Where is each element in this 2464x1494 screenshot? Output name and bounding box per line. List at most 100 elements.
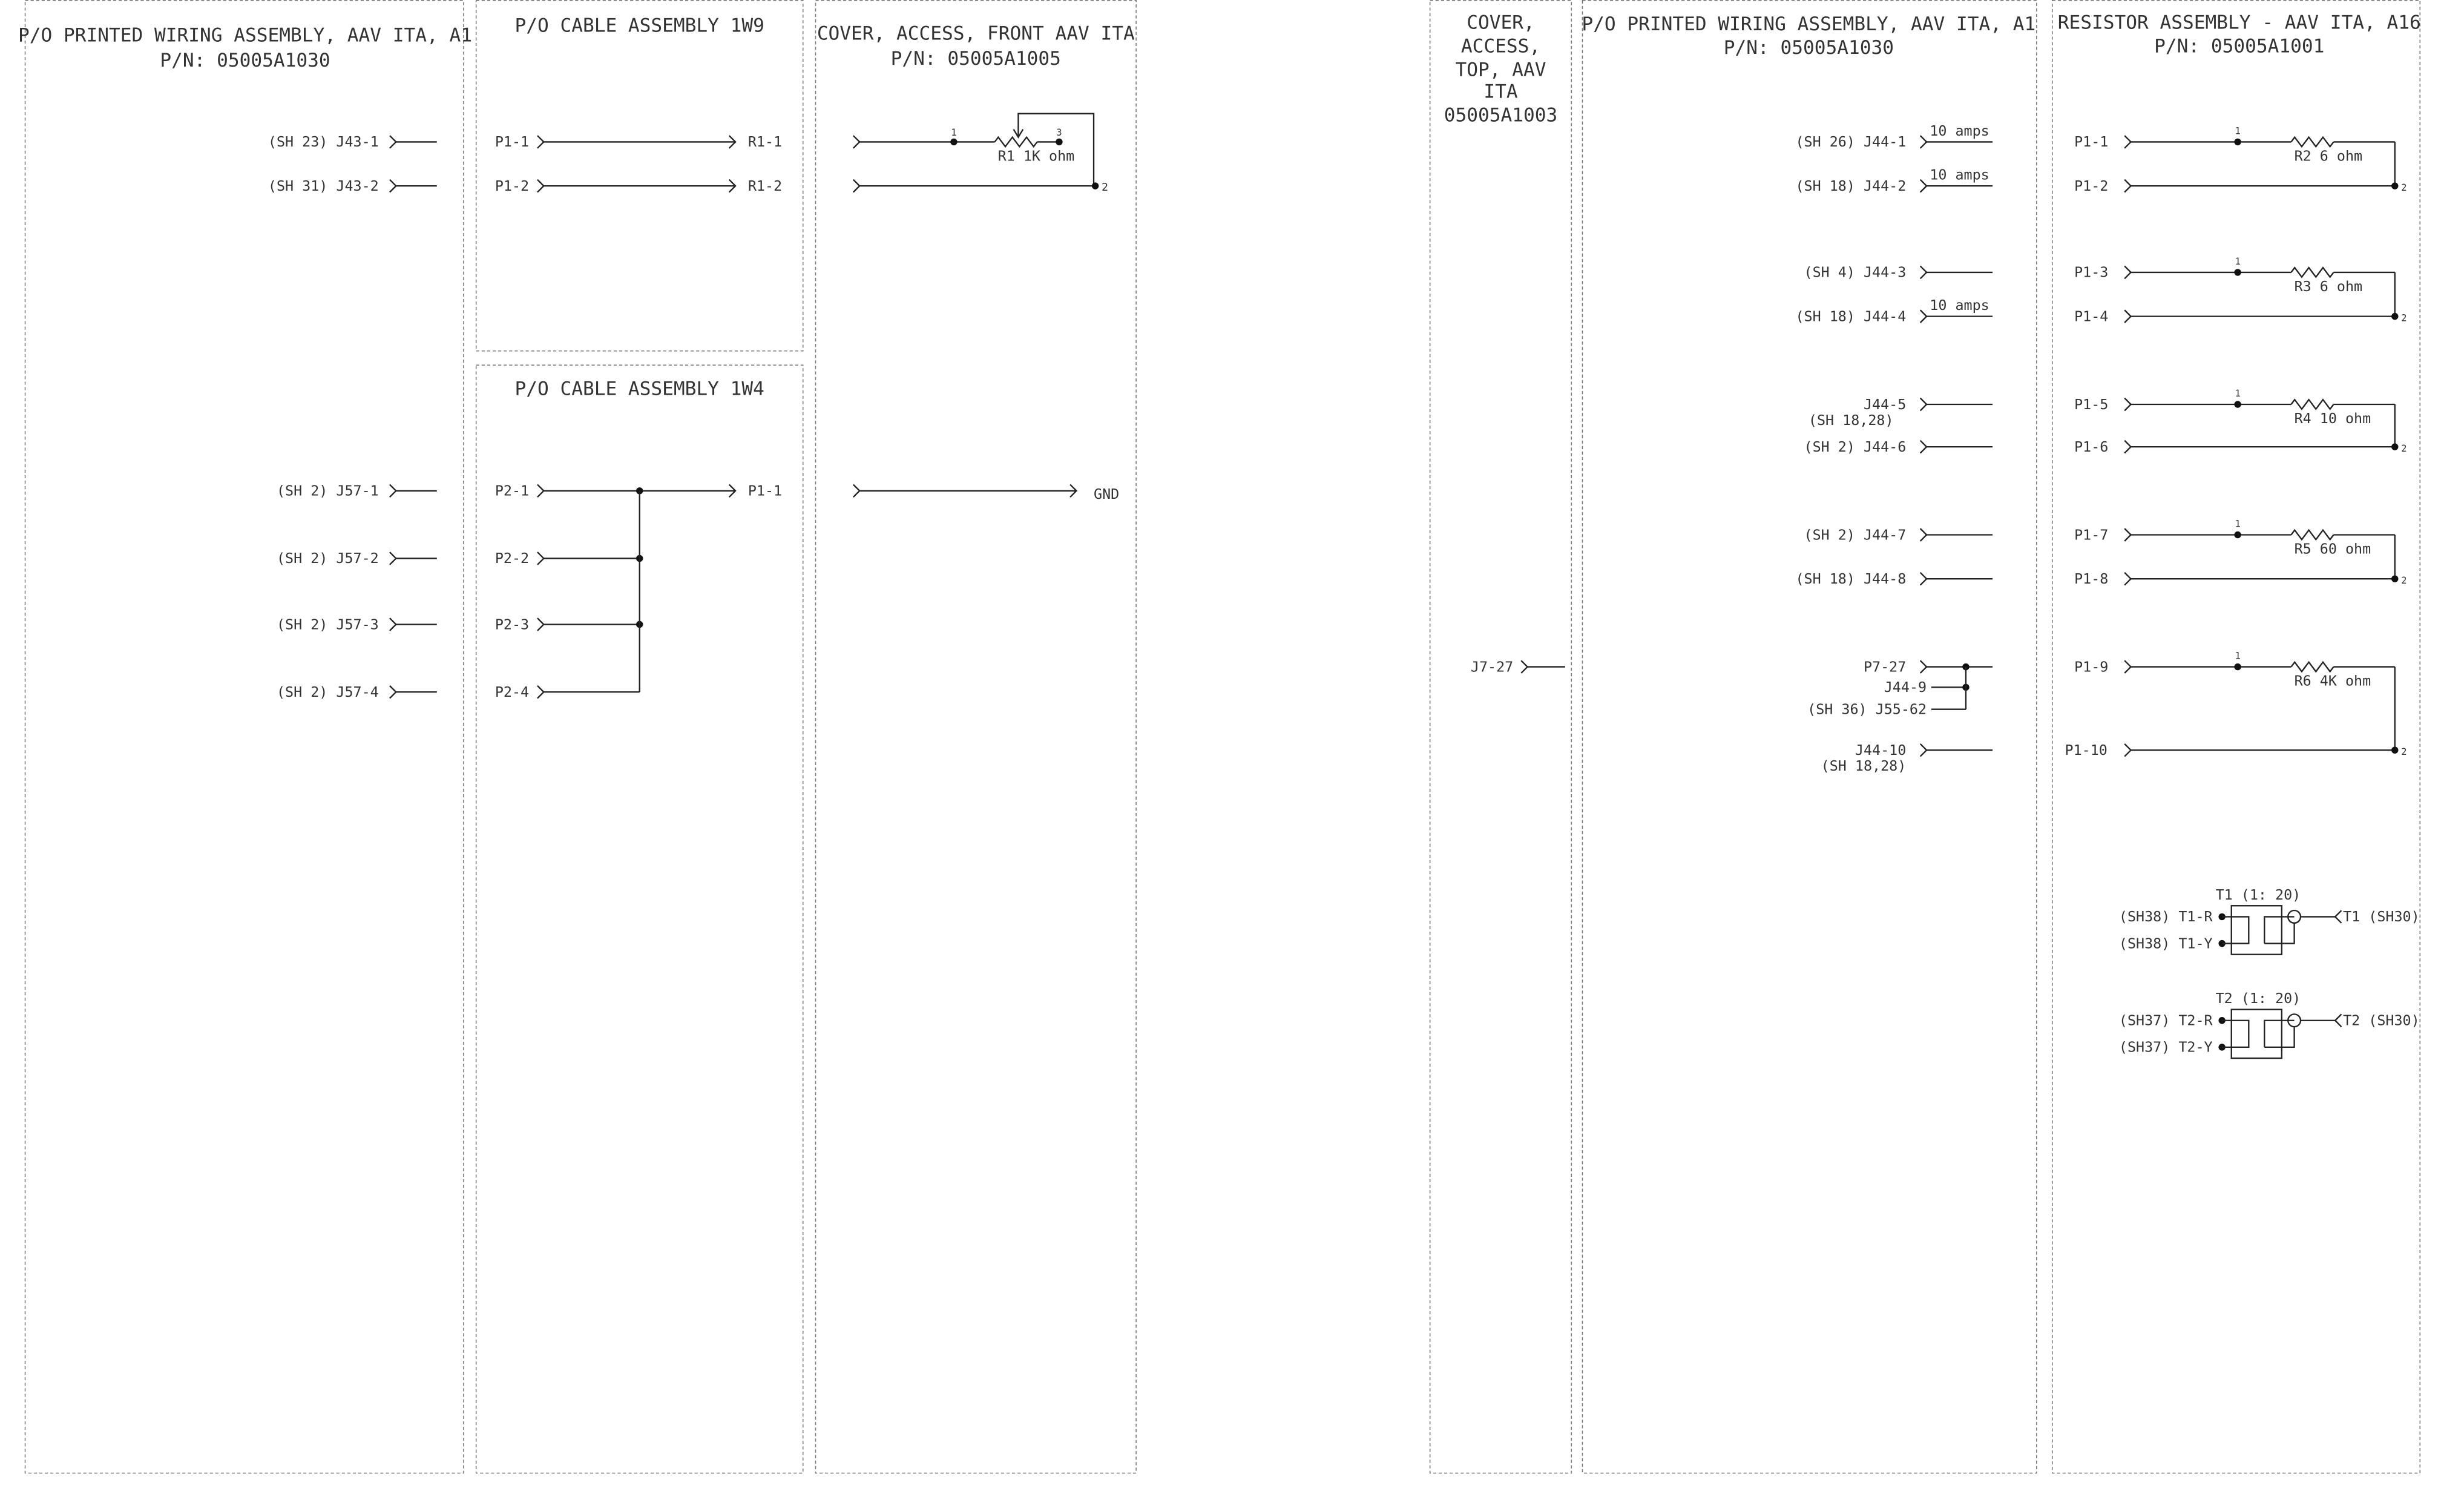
pin-label: R1-2 [748, 177, 782, 194]
resistor-label: R6 4K ohm [2295, 673, 2371, 689]
connector-chevron-icon [389, 484, 397, 498]
resistor-label: R4 10 ohm [2295, 410, 2371, 427]
node-label: 3 [1056, 127, 1062, 138]
pin-label: (SH 18) J44-2 [1795, 177, 1906, 194]
panel-title: TOP, AAV [1455, 59, 1546, 81]
connector-chevron-icon [852, 179, 861, 193]
panel-b1 [475, 0, 804, 352]
pin-label: P1-2 [2074, 177, 2108, 194]
junction-dot [1056, 138, 1063, 146]
connector-chevron-icon [537, 484, 545, 498]
junction-dot [2234, 138, 2241, 146]
panel-a [24, 0, 464, 1474]
resistor-symbol [2290, 266, 2334, 278]
panel-title: RESISTOR ASSEMBLY - AAV ITA, A16 [2058, 12, 2421, 33]
pin-label: (SH38) T1-R [2119, 908, 2213, 925]
pin-label: R1-1 [748, 133, 782, 150]
pin-label: P1-2 [495, 177, 529, 194]
connector-chevron-icon [2124, 397, 2132, 412]
connector-chevron-icon [389, 179, 397, 193]
pin-label: (SH 2) J44-7 [1804, 526, 1907, 543]
connector-chevron-icon [2124, 265, 2132, 280]
connector-chevron-icon [537, 135, 545, 149]
gnd-label: GND [1094, 485, 1119, 502]
panel-title: P/O PRINTED WIRING ASSEMBLY, AAV ITA, A1 [1582, 13, 2035, 35]
connector-chevron-icon [1919, 397, 1928, 412]
primary-winding [2222, 1019, 2250, 1048]
connector-chevron-icon [1919, 528, 1928, 542]
panel-title: P/O CABLE ASSEMBLY 1W9 [514, 15, 764, 37]
connector-chevron-icon [2124, 660, 2132, 674]
connector-chevron-icon [1919, 135, 1928, 149]
pin-label: (SH 18) J44-4 [1795, 308, 1906, 324]
primary-winding [2222, 916, 2250, 944]
wiring-schematic: P/O PRINTED WIRING ASSEMBLY, AAV ITA, A1… [18, 0, 2421, 1474]
pin-label: P1-8 [2074, 570, 2108, 587]
node-label: 1 [2235, 388, 2240, 399]
pin-label: (SH 36) J55-62 [1807, 700, 1927, 717]
pin-label: (SH 4) J44-3 [1804, 264, 1907, 281]
node-label: 2 [2401, 312, 2407, 323]
pin-label: P1-6 [2074, 438, 2108, 455]
connector-chevron-icon [537, 685, 545, 699]
panel-subtitle: P/N: 05005A1030 [160, 50, 330, 71]
junction-dot [2234, 401, 2241, 408]
panel-title: COVER, ACCESS, FRONT AAV ITA [817, 23, 1135, 45]
panel-f [2051, 0, 2421, 1474]
node-label: 1 [951, 127, 956, 138]
connector-chevron-icon [852, 135, 861, 149]
pin-label: P1-10 [2065, 742, 2108, 759]
connector-chevron-icon [1919, 309, 1928, 323]
pin-label: (SH 2) J57-4 [277, 683, 379, 700]
connector-chevron-icon [1919, 265, 1928, 280]
connector-chevron-icon [537, 551, 545, 565]
pin-label: P1-5 [2074, 396, 2108, 413]
pin-label: (SH 18) J44-8 [1795, 570, 1906, 587]
connector-chevron-icon [1919, 571, 1928, 586]
pin-label: P2-2 [495, 550, 529, 567]
panel-subtitle: P/N: 05005A1001 [2154, 35, 2324, 57]
node-label: 2 [2401, 182, 2407, 193]
panel-title: 05005A1003 [1444, 105, 1557, 127]
connector-chevron-icon [2334, 1013, 2342, 1027]
panel-title: P/O CABLE ASSEMBLY 1W4 [514, 378, 764, 400]
connector-chevron-icon [2334, 910, 2342, 924]
panel-title: P/O PRINTED WIRING ASSEMBLY, AAV ITA, A1 [18, 24, 472, 46]
pin-label: P1-3 [2074, 264, 2108, 281]
pin-label: (SH 31) J43-2 [268, 177, 379, 194]
connector-chevron-icon [2124, 135, 2132, 149]
junction-dot [2391, 746, 2399, 754]
node-label: 1 [2235, 519, 2240, 530]
transformer-label: T1 (1: 20) [2216, 886, 2301, 903]
pin-label: P1-1 [748, 482, 782, 499]
transformer-label: T2 (1: 20) [2216, 990, 2301, 1007]
pin-label: (SH38) T1-Y [2119, 935, 2213, 952]
current-note: 10 amps [1930, 166, 1989, 183]
pin-label: P2-4 [495, 683, 529, 700]
junction-dot [2234, 663, 2241, 671]
junction-dot [2391, 443, 2399, 450]
pin-label: J44-9 [1884, 679, 1927, 696]
transformer-symbol [2230, 905, 2282, 955]
pin-label: (SH 2) J44-6 [1804, 438, 1907, 455]
pin-label: P2-1 [495, 482, 529, 499]
resistor-symbol [994, 136, 1038, 148]
pin-label: (SH 26) J44-1 [1795, 133, 1906, 150]
sheet-ref: (SH 18,28) [1809, 412, 1894, 429]
panel-title: ACCESS, [1461, 35, 1540, 57]
pin-label: P1-4 [2074, 308, 2108, 324]
resistor-label: R5 60 ohm [2295, 541, 2371, 558]
pin-label: T1 (SH30) [2343, 908, 2420, 925]
pin-label: (SH 23) J43-1 [268, 133, 379, 150]
junction-dot [2391, 575, 2399, 582]
connector-chevron-icon [852, 484, 861, 498]
pin-label: P1-9 [2074, 658, 2108, 675]
resistor-symbol [2290, 528, 2334, 541]
resistor-symbol [2290, 136, 2334, 148]
resistor-symbol [2290, 398, 2334, 410]
pin-label: (SH 2) J57-2 [277, 550, 379, 567]
current-note: 10 amps [1930, 122, 1989, 139]
connector-chevron-icon [1919, 660, 1928, 674]
pin-label: J7-27 [1471, 658, 1513, 675]
pin-label: J44-10 [1855, 742, 1906, 759]
